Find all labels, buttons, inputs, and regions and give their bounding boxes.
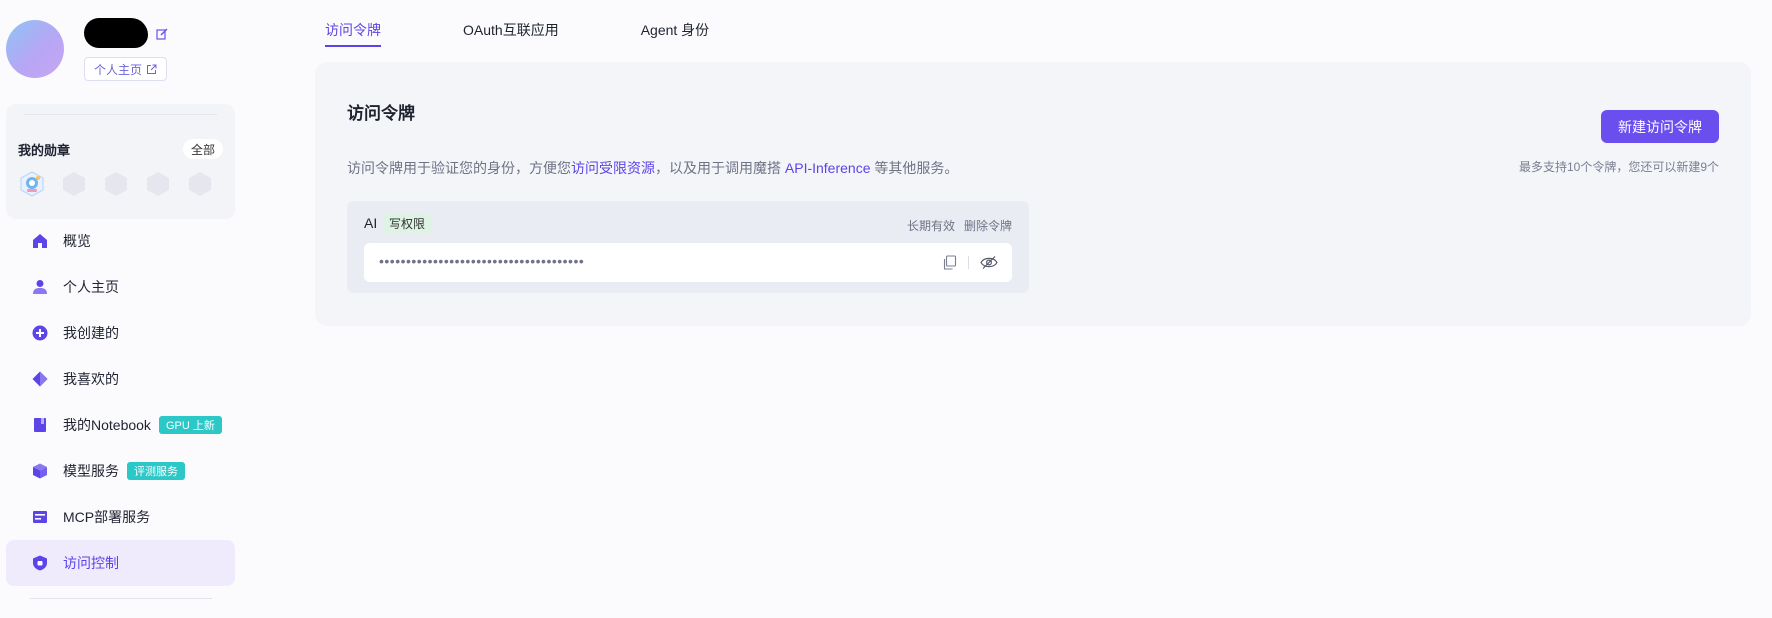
desc-text: 访问令牌用于验证您的身份，方便您 xyxy=(347,160,571,176)
sidebar-item-created[interactable]: 我创建的 xyxy=(6,310,235,356)
panel-description: 访问令牌用于验证您的身份，方便您访问受限资源，以及用于调用魔搭 API-Infe… xyxy=(347,158,958,178)
sidebar-nav: 概览 个人主页 我创建的 我喜欢的 我的Notebook GPU 上新 模型服务… xyxy=(6,218,235,586)
server-icon xyxy=(33,511,47,523)
token-card: AI 写权限 长期有效 删除令牌 •••••••••••••••••••••••… xyxy=(347,201,1029,293)
token-meta: 长期有效 删除令牌 xyxy=(907,217,1012,234)
sidebar-item-notebook[interactable]: 我的Notebook GPU 上新 xyxy=(6,402,235,448)
restricted-resources-link[interactable]: 访问受限资源 xyxy=(571,160,655,176)
sidebar-item-profile[interactable]: 个人主页 xyxy=(6,264,235,310)
diamond-icon xyxy=(32,371,48,387)
sidebar-item-label: 模型服务 xyxy=(63,463,119,479)
sidebar-item-label: 我喜欢的 xyxy=(63,371,119,387)
shield-icon xyxy=(33,555,47,571)
sidebar-item-access-control[interactable]: 访问控制 xyxy=(6,540,235,586)
token-value-field: •••••••••••••••••••••••••••••••••••••• xyxy=(364,243,1012,282)
tab-agent-identity[interactable]: Agent 身份 xyxy=(641,0,709,50)
badges-card: 我的勋章 全部 xyxy=(6,104,235,219)
delete-token-link[interactable]: 删除令牌 xyxy=(964,217,1012,234)
desc-text: ，以及用于调用魔搭 xyxy=(655,160,785,176)
badge-locked-icon xyxy=(189,172,211,196)
tab-access-tokens[interactable]: 访问令牌 xyxy=(325,0,381,50)
badge-locked-icon xyxy=(147,172,169,196)
api-inference-link[interactable]: API-Inference xyxy=(785,160,871,176)
token-limit-note: 最多支持10个令牌，您还可以新建9个 xyxy=(1518,160,1719,174)
avatar[interactable] xyxy=(6,20,64,78)
copy-icon[interactable] xyxy=(942,255,957,270)
badges-all-button[interactable]: 全部 xyxy=(182,139,223,159)
notebook-icon xyxy=(34,418,46,432)
badge-locked-icon xyxy=(63,172,85,196)
username-redacted xyxy=(84,18,148,48)
tab-oauth-apps[interactable]: OAuth互联应用 xyxy=(463,0,559,50)
sidebar-item-label: 访问控制 xyxy=(63,555,119,571)
token-masked-value: •••••••••••••••••••••••••••••••••••••• xyxy=(379,253,585,269)
permission-badge: 写权限 xyxy=(383,214,432,233)
panel-title: 访问令牌 xyxy=(347,104,415,123)
sidebar-item-model-service[interactable]: 模型服务 评测服务 xyxy=(6,448,235,494)
user-icon xyxy=(33,280,47,294)
profile-link-label: 个人主页 xyxy=(94,62,143,77)
badge-locked-icon xyxy=(105,172,127,196)
profile-home-link[interactable]: 个人主页 xyxy=(84,57,168,81)
sidebar-item-mcp-deploy[interactable]: MCP部署服务 xyxy=(6,494,235,540)
badges-title: 我的勋章 xyxy=(18,143,71,158)
new-token-button[interactable]: 新建访问令牌 xyxy=(1601,110,1719,143)
sidebar-item-label: 我的Notebook xyxy=(63,417,151,433)
badge-earned-icon[interactable] xyxy=(19,171,45,197)
sidebar-item-liked[interactable]: 我喜欢的 xyxy=(6,356,235,402)
divider xyxy=(968,256,969,269)
home-icon xyxy=(33,234,47,248)
divider xyxy=(24,114,217,115)
sidebar-item-label: MCP部署服务 xyxy=(63,509,151,525)
token-validity: 长期有效 xyxy=(906,219,955,233)
divider xyxy=(30,598,212,599)
tab-bar: 访问令牌 OAuth互联应用 Agent 身份 xyxy=(325,0,791,50)
cube-icon xyxy=(33,463,47,479)
sidebar: 个人主页 我的勋章 全部 概览 个人主页 我创建的 我喜欢的 我的Noteboo… xyxy=(0,0,240,618)
sidebar-item-overview[interactable]: 概览 xyxy=(6,218,235,264)
sidebar-item-label: 个人主页 xyxy=(63,279,119,295)
token-name: AI xyxy=(364,215,378,231)
plus-circle-icon xyxy=(32,325,48,341)
badge-row xyxy=(19,171,213,197)
external-link-icon xyxy=(147,64,157,74)
sidebar-item-label: 我创建的 xyxy=(63,325,119,341)
eye-hidden-icon[interactable] xyxy=(980,255,998,270)
evaluation-service-tag: 评测服务 xyxy=(127,462,185,480)
edit-icon[interactable] xyxy=(156,28,168,40)
sidebar-item-label: 概览 xyxy=(63,233,91,249)
access-token-panel: 访问令牌 访问令牌用于验证您的身份，方便您访问受限资源，以及用于调用魔搭 API… xyxy=(315,62,1751,326)
desc-text: 等其他服务。 xyxy=(870,160,959,176)
gpu-new-tag: GPU 上新 xyxy=(158,416,222,434)
